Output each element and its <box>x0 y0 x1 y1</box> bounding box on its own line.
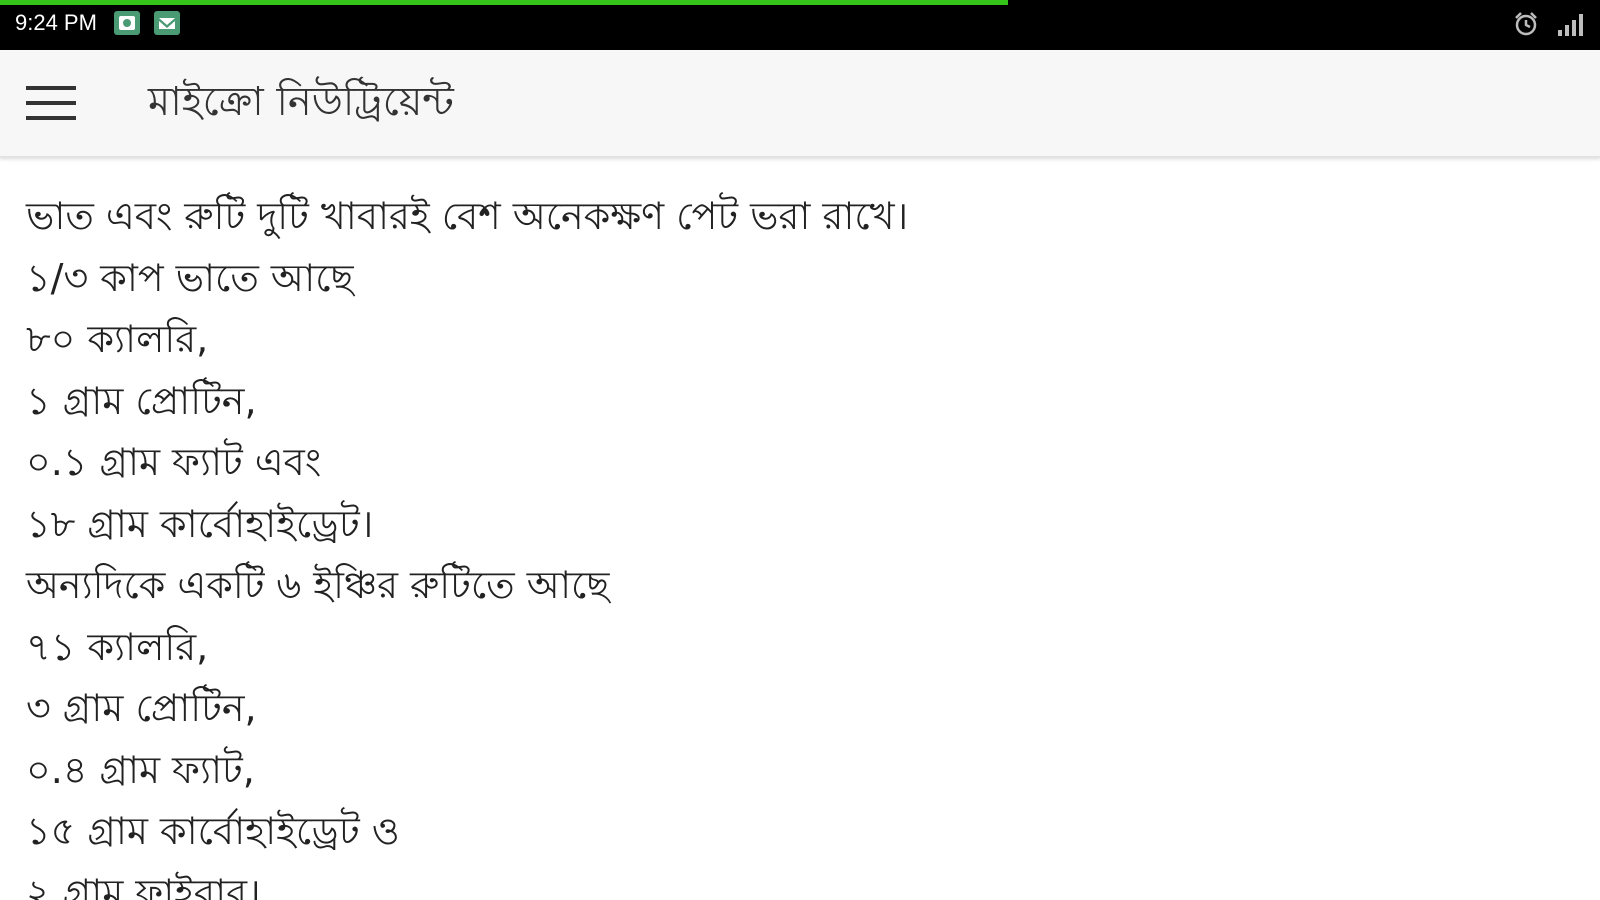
article-line: ১ গ্রাম প্রোটিন, <box>26 378 257 423</box>
hamburger-menu-icon[interactable] <box>14 72 88 134</box>
article-line: ১/৩ কাপ ভাতে আছে <box>26 255 354 300</box>
status-bar: 9:24 PM <box>0 0 1600 50</box>
article-line: অন্যদিকে একটি ৬ ইঞ্চির রুটিতে আছে <box>26 563 610 607</box>
article-line: ০.১ গ্রাম ফ্যাট এবং <box>26 440 322 484</box>
photo-notification-icon <box>113 10 141 36</box>
article-line: ১৫ গ্রাম কার্বোহাইড্রেট ও <box>26 809 400 853</box>
article-line: ৩ গ্রাম প্রোটিন, <box>26 686 257 730</box>
article-line: ০.৪ গ্রাম ফ্যাট, <box>26 747 255 792</box>
article-lines: ভাত এবং রুটি দুটি খাবারই বেশ অনেকক্ষণ পে… <box>26 186 908 900</box>
article-line: ১৮ গ্রাম কার্বোহাইড্রেট। <box>26 501 374 546</box>
status-left-group: 9:24 PM <box>15 10 181 36</box>
article-line: ৮০ ক্যালরি, <box>26 317 209 361</box>
article-line: ৭১ ক্যালরি, <box>26 624 209 669</box>
status-time: 9:24 PM <box>15 10 97 35</box>
app-bar: মাইক্রো নিউট্রিয়েন্ট <box>0 50 1600 158</box>
signal-icon <box>1556 10 1588 42</box>
status-right-group <box>1512 10 1588 42</box>
page-load-progress-bar <box>0 0 1008 5</box>
article-content[interactable]: ভাত এবং রুটি দুটি খাবারই বেশ অনেকক্ষণ পে… <box>0 158 1600 900</box>
alarm-icon <box>1512 10 1540 42</box>
article-line: ২ গ্রাম ফাইবার। <box>26 870 261 900</box>
message-notification-icon <box>153 10 181 36</box>
page-title: মাইক্রো নিউট্রিয়েন্ট <box>148 79 454 125</box>
article-line: ভাত এবং রুটি দুটি খাবারই বেশ অনেকক্ষণ পে… <box>26 194 909 238</box>
